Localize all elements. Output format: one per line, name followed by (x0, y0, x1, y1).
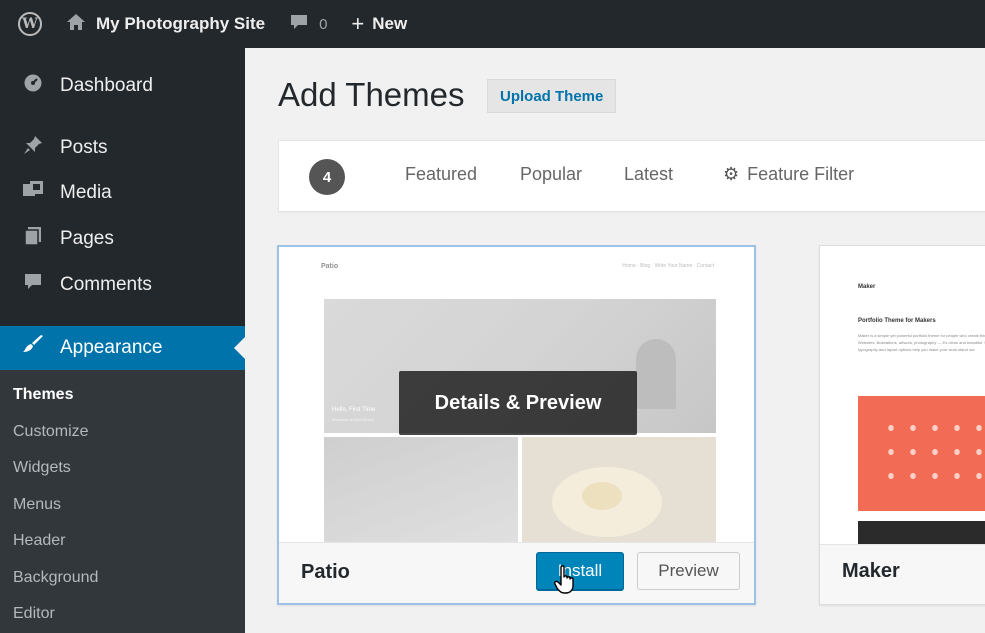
wordpress-logo-icon: W (18, 12, 42, 36)
maker-screenshot-heading: Portfolio Theme for Makers (858, 318, 936, 324)
comments-link[interactable]: 0 (275, 0, 337, 48)
sidebar-item-label: Media (60, 182, 112, 203)
gear-icon: ⚙ (723, 164, 740, 184)
maker-coral-block (858, 396, 985, 511)
sidebar-item-comments[interactable]: Comments (0, 263, 245, 307)
tab-popular[interactable]: Popular (520, 164, 582, 185)
hand-cursor-icon (554, 565, 578, 600)
sidebar-item-label: Posts (60, 137, 108, 158)
comments-count: 0 (319, 15, 328, 33)
admin-bar: W My Photography Site 0 + New (0, 0, 985, 48)
media-icon (20, 180, 46, 206)
theme-card-maker[interactable]: Maker Portfolio Theme for Makers Maker i… (819, 245, 985, 605)
main-content: Add Themes Upload Theme 4 Featured Popul… (245, 48, 985, 633)
sidebar-item-media[interactable]: Media (0, 171, 245, 215)
theme-card-patio[interactable]: Patio Home · Blog · Write Your Name · Co… (277, 245, 756, 605)
maker-dark-strip (858, 521, 985, 544)
feature-filter-label: Feature Filter (747, 164, 855, 184)
brush-icon (20, 335, 46, 361)
submenu-menus[interactable]: Menus (13, 496, 61, 514)
new-label: New (372, 14, 408, 33)
wp-logo-button[interactable]: W (0, 0, 52, 48)
tab-featured[interactable]: Featured (405, 164, 477, 185)
site-name: My Photography Site (96, 14, 266, 33)
sidebar-item-appearance[interactable]: Appearance (0, 326, 245, 370)
sidebar-item-posts[interactable]: Posts (0, 126, 245, 170)
pages-icon (20, 226, 46, 252)
submenu-header[interactable]: Header (13, 532, 65, 550)
comment-bubble-icon (289, 13, 309, 36)
theme-filter-bar: 4 Featured Popular Latest ⚙ Feature Filte… (278, 140, 985, 212)
submenu-customize[interactable]: Customize (13, 423, 89, 441)
admin-sidebar: Dashboard Posts Media Pages Comments App… (0, 48, 245, 633)
sidebar-item-label: Comments (60, 274, 152, 295)
upload-theme-button[interactable]: Upload Theme (487, 79, 617, 113)
sidebar-item-label: Pages (60, 228, 114, 249)
submenu-editor[interactable]: Editor (13, 605, 55, 623)
page-title: Add Themes (278, 76, 465, 113)
sidebar-item-label: Dashboard (60, 75, 153, 96)
site-name-link[interactable]: My Photography Site (52, 0, 275, 48)
sidebar-item-dashboard[interactable]: Dashboard (0, 64, 245, 108)
appearance-submenu: Themes Customize Widgets Menus Header Ba… (0, 370, 245, 633)
theme-name-patio: Patio (301, 561, 350, 583)
submenu-themes[interactable]: Themes (13, 386, 73, 404)
maker-screenshot-body: Maker is a simple yet powerful portfolio… (858, 333, 985, 352)
new-content-link[interactable]: + New (337, 0, 417, 48)
submenu-widgets[interactable]: Widgets (13, 459, 71, 477)
theme-screenshot-maker[interactable]: Maker Portfolio Theme for Makers Maker i… (820, 246, 985, 544)
submenu-background[interactable]: Background (13, 569, 98, 587)
plus-icon: + (351, 11, 365, 36)
comment-icon (20, 272, 46, 298)
feature-filter-button[interactable]: ⚙ Feature Filter (723, 164, 854, 185)
tab-latest[interactable]: Latest (624, 164, 673, 185)
sidebar-item-pages[interactable]: Pages (0, 217, 245, 261)
install-button[interactable]: Install (536, 552, 624, 590)
preview-button[interactable]: Preview (637, 552, 740, 590)
home-icon (66, 13, 86, 36)
dashboard-icon (20, 73, 46, 99)
sidebar-item-label: Appearance (60, 337, 163, 358)
details-preview-overlay[interactable]: Details & Preview (399, 371, 637, 435)
current-menu-arrow (234, 337, 245, 359)
theme-name-maker: Maker (842, 560, 900, 582)
theme-count-badge: 4 (309, 159, 345, 195)
maker-screenshot-brand: Maker (858, 284, 876, 290)
pin-icon (20, 135, 46, 161)
